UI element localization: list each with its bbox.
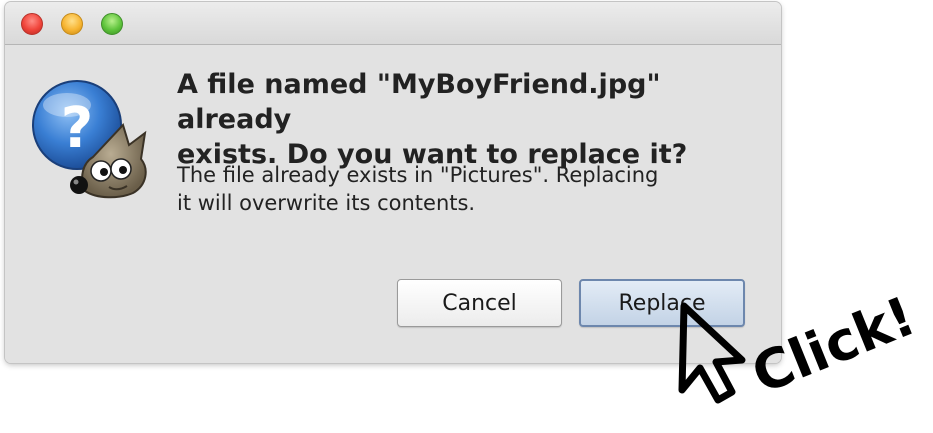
dialog-detail-text: The file already exists in "Pictures". R… [177,163,659,215]
title-bar [5,2,781,45]
cancel-button-label: Cancel [442,290,517,316]
click-annotation: Click! [678,284,924,406]
svg-text:?: ? [61,96,93,161]
question-wilber-icon: ? [32,80,147,199]
minimize-window-button[interactable] [61,13,83,35]
click-annotation-text: Click! [743,284,923,406]
cancel-button[interactable]: Cancel [397,279,562,327]
close-window-button[interactable] [21,13,43,35]
dialog-headline: A file named "MyBoyFriend.jpg" already e… [177,69,688,170]
hand-drawn-cursor-icon [678,302,746,404]
zoom-window-button[interactable] [101,13,123,35]
screen: ? A file named "MyBoyFriend.jpg" already… [0,0,933,433]
